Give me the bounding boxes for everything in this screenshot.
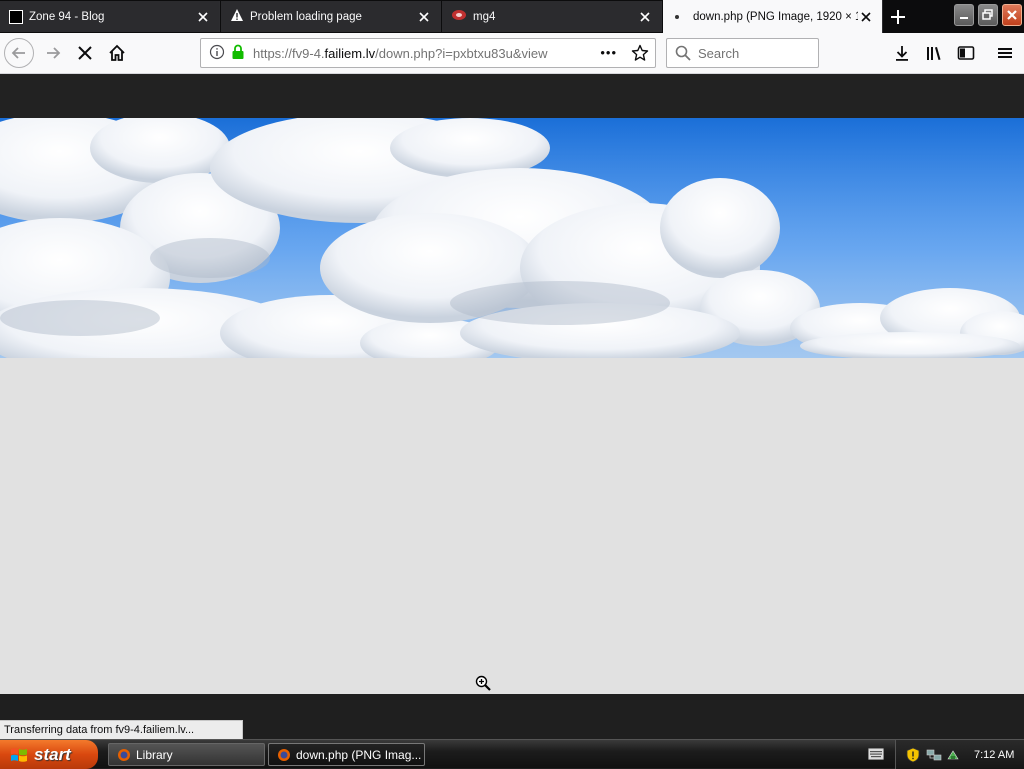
taskbar-item-library[interactable]: Library — [108, 743, 265, 766]
downloads-button[interactable] — [890, 41, 914, 65]
minimize-window-button[interactable] — [954, 4, 974, 26]
search-placeholder: Search — [698, 45, 740, 61]
tab-title: down.php (PNG Image, 1920 × 1 — [693, 10, 858, 23]
windows-flag-icon — [11, 747, 27, 762]
back-arrow-icon — [11, 47, 25, 59]
close-icon — [1007, 10, 1017, 20]
firefox-app-icon — [278, 748, 290, 761]
back-button[interactable] — [4, 38, 34, 68]
png-image-viewer[interactable] — [0, 118, 1024, 694]
tab-title: Zone 94 - Blog — [29, 10, 105, 23]
start-button[interactable]: start — [0, 740, 98, 769]
close-tab-icon[interactable] — [637, 9, 653, 25]
info-icon[interactable] — [209, 44, 225, 63]
clock[interactable]: 7:12 AM — [974, 749, 1014, 761]
url-bar[interactable]: https://fv9-4.failiem.lv/down.php?i=pxbt… — [200, 38, 656, 68]
navigation-toolbar: https://fv9-4.failiem.lv/down.php?i=pxbt… — [0, 33, 1024, 74]
minimize-icon — [960, 17, 968, 19]
sky-cloud-image — [0, 118, 1024, 358]
url-path: /down.php?i=pxbtxu83u&view — [375, 45, 548, 61]
lock-icon[interactable] — [231, 44, 245, 63]
system-tray: 7:12 AM — [895, 740, 1024, 769]
security-shield-icon[interactable] — [906, 747, 920, 763]
sidebar-toggle-button[interactable] — [954, 41, 978, 65]
forward-button[interactable] — [38, 38, 68, 68]
blog-favicon-icon — [9, 9, 23, 24]
new-tab-button[interactable] — [884, 4, 912, 30]
search-input[interactable]: Search — [666, 38, 819, 68]
stop-icon — [78, 46, 92, 60]
zoom-in-cursor-icon — [475, 675, 491, 691]
hamburger-menu-icon — [998, 48, 1012, 58]
page-actions-menu-icon[interactable]: ••• — [600, 45, 617, 60]
status-panel: Transferring data from fv9-4.failiem.lv.… — [0, 720, 243, 739]
warning-icon — [230, 8, 244, 25]
close-tab-icon[interactable] — [858, 9, 874, 25]
sidebar-icon — [957, 46, 975, 60]
library-icon — [927, 47, 941, 60]
url-prefix: https://fv9-4. — [253, 45, 325, 61]
tab-title: Problem loading page — [250, 10, 362, 23]
close-tab-icon[interactable] — [195, 9, 211, 25]
taskbar-item-down-php[interactable]: down.php (PNG Imag... — [268, 743, 425, 766]
forward-arrow-icon — [47, 47, 61, 59]
tab-title: mg4 — [473, 10, 496, 23]
windows-taskbar: start Library down.php (PNG Imag... 7:12… — [0, 739, 1024, 769]
loading-dot-icon — [675, 14, 679, 19]
home-button[interactable] — [102, 38, 132, 68]
bookmark-star-icon[interactable] — [631, 44, 649, 65]
page-content — [0, 74, 1024, 694]
close-tab-icon[interactable] — [416, 9, 432, 25]
menu-button[interactable] — [993, 41, 1017, 65]
tab-mg4[interactable]: mg4 — [442, 1, 662, 32]
tab-strip: Zone 94 - Blog Problem loading page mg4 … — [0, 0, 1024, 33]
firefox-app-icon — [118, 748, 130, 761]
close-window-button[interactable] — [1002, 4, 1022, 26]
home-icon — [109, 44, 125, 61]
plus-icon — [891, 10, 905, 24]
download-arrow-icon — [896, 46, 908, 61]
tab-zone94[interactable]: Zone 94 - Blog — [0, 1, 220, 32]
start-label: start — [34, 744, 71, 764]
restore-window-button[interactable] — [978, 4, 998, 26]
library-button[interactable] — [922, 41, 946, 65]
url-domain: failiem.lv — [324, 45, 376, 61]
search-icon — [675, 45, 691, 61]
restore-icon — [982, 9, 993, 20]
url-text: https://fv9-4.failiem.lv/down.php?i=pxbt… — [253, 46, 548, 61]
safely-remove-hardware-icon[interactable] — [946, 748, 960, 762]
keyboard-icon[interactable] — [868, 748, 884, 760]
stop-button[interactable] — [70, 38, 100, 68]
tab-down-php[interactable]: down.php (PNG Image, 1920 × 1 — [663, 0, 883, 33]
cloud-photo — [0, 118, 1024, 358]
taskbar-item-label: Library — [136, 747, 173, 762]
tab-problem-loading[interactable]: Problem loading page — [221, 1, 441, 32]
network-icon[interactable] — [926, 748, 942, 762]
mg4-favicon-icon — [451, 9, 467, 24]
taskbar-item-label: down.php (PNG Imag... — [296, 747, 422, 762]
